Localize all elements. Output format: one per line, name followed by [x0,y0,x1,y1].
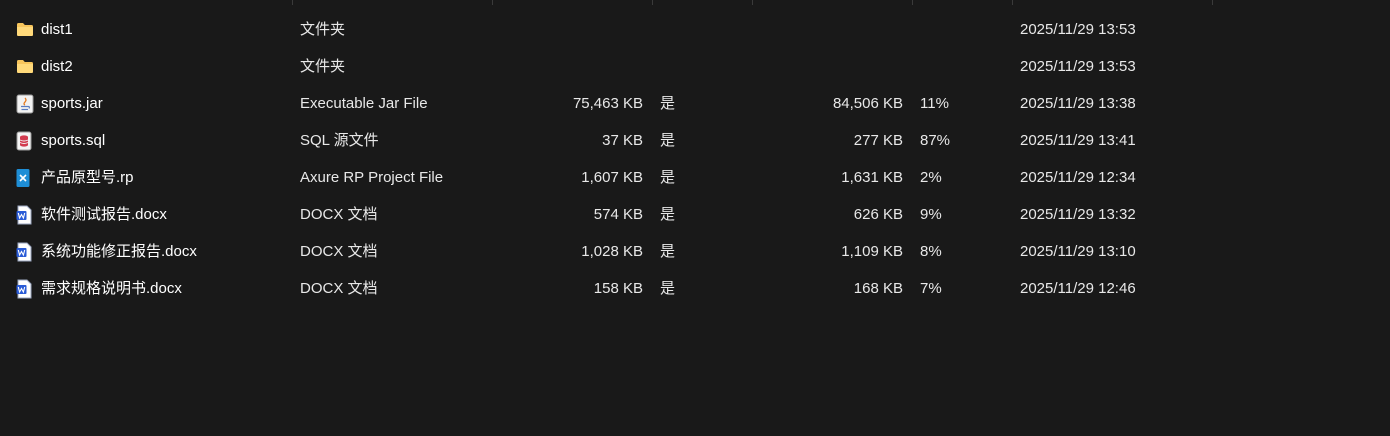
file-ratio: 9% [920,206,942,223]
file-list-view: dist1 文件夹 2025/11/29 13:53 dist2 文件夹 2025/11/… [0,0,1390,436]
java-jar-icon [16,85,36,122]
file-ratio: 87% [920,132,951,149]
word-doc-icon [16,196,36,233]
file-flag: 是 [660,243,676,260]
file-row[interactable]: sports.sql SQL 源文件 37 KB 是 277 KB 87% 2025/11/… [0,122,1390,159]
file-compressed-size: 1,109 KB [841,243,903,260]
file-name: 需求规格说明书.docx [41,280,182,297]
file-size: 574 KB [593,206,643,223]
file-type: DOCX 文档 [300,206,378,223]
file-compressed-size: 626 KB [853,206,903,223]
file-name: dist1 [41,21,73,38]
file-size: 75,463 KB [572,95,643,112]
column-divider[interactable] [912,0,913,5]
file-modified: 2025/11/29 13:41 [1020,132,1136,149]
file-name: sports.jar [41,95,103,112]
file-type: Axure RP Project File [300,169,444,186]
column-divider[interactable] [1012,0,1013,5]
file-size: 158 KB [593,280,643,297]
file-row[interactable]: sports.jar Executable Jar File 75,463 KB 是 8… [0,85,1390,122]
file-type: SQL 源文件 [300,132,379,149]
file-name: 系统功能修正报告.docx [41,243,197,260]
column-divider[interactable] [292,0,293,5]
column-divider[interactable] [492,0,493,5]
file-type: 文件夹 [300,58,346,75]
file-size: 37 KB [602,132,643,149]
file-type: 文件夹 [300,21,346,38]
file-compressed-size: 168 KB [853,280,903,297]
file-compressed-size: 84,506 KB [832,95,903,112]
file-row[interactable]: dist1 文件夹 2025/11/29 13:53 [0,11,1390,48]
file-modified: 2025/11/29 12:46 [1020,280,1136,297]
column-divider[interactable] [652,0,653,5]
file-row[interactable]: 软件测试报告.docx DOCX 文档 574 KB 是 626 KB 9% 2025/11… [0,196,1390,233]
file-modified: 2025/11/29 13:10 [1020,243,1136,260]
word-doc-icon [16,233,36,270]
file-name: 产品原型号.rp [41,169,134,186]
file-name: sports.sql [41,132,106,149]
file-size: 1,607 KB [581,169,643,186]
file-ratio: 7% [920,280,942,297]
file-modified: 2025/11/29 13:38 [1020,95,1136,112]
file-row[interactable]: 系统功能修正报告.docx DOCX 文档 1,028 KB 是 1,109 KB 8% 2… [0,233,1390,270]
file-size: 1,028 KB [581,243,643,260]
file-ratio: 2% [920,169,942,186]
file-flag: 是 [660,169,676,186]
file-compressed-size: 277 KB [853,132,903,149]
file-row[interactable]: 需求规格说明书.docx DOCX 文档 158 KB 是 168 KB 7% 2025/1… [0,270,1390,307]
file-compressed-size: 1,631 KB [841,169,903,186]
file-type: Executable Jar File [300,95,428,112]
axure-file-icon [16,159,36,196]
file-name: 软件测试报告.docx [41,206,167,223]
folder-icon [16,11,36,48]
file-modified: 2025/11/29 13:32 [1020,206,1136,223]
file-flag: 是 [660,280,676,297]
file-list: dist1 文件夹 2025/11/29 13:53 dist2 文件夹 2025/11/… [0,11,1390,307]
file-modified: 2025/11/29 13:53 [1020,58,1136,75]
file-type: DOCX 文档 [300,243,378,260]
file-modified: 2025/11/29 13:53 [1020,21,1136,38]
file-modified: 2025/11/29 12:34 [1020,169,1136,186]
column-divider[interactable] [1212,0,1213,5]
file-ratio: 8% [920,243,942,260]
file-flag: 是 [660,95,676,112]
word-doc-icon [16,270,36,307]
file-name: dist2 [41,58,73,75]
file-row[interactable]: dist2 文件夹 2025/11/29 13:53 [0,48,1390,85]
file-type: DOCX 文档 [300,280,378,297]
file-flag: 是 [660,132,676,149]
column-divider[interactable] [752,0,753,5]
file-row[interactable]: 产品原型号.rp Axure RP Project File 1,607 KB 是 1,… [0,159,1390,196]
folder-icon [16,48,36,85]
file-flag: 是 [660,206,676,223]
file-ratio: 11% [920,95,949,112]
sql-file-icon [16,122,36,159]
